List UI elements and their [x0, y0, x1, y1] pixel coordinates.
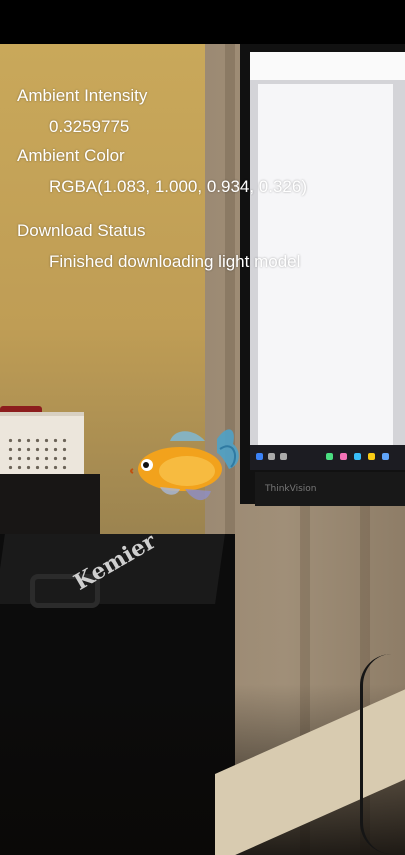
taskbar-icon — [280, 453, 287, 460]
fish-ar-model[interactable] — [125, 419, 245, 509]
taskbar-icon — [340, 453, 347, 460]
monitor-brand: ThinkVision — [265, 484, 317, 494]
taskbar-icon — [268, 453, 275, 460]
monitor-toolbar — [250, 52, 405, 80]
taskbar-icon — [256, 453, 263, 460]
status-bar — [0, 0, 405, 44]
monitor-document — [258, 84, 393, 446]
shelf-holes — [6, 436, 70, 476]
taskbar-icon — [382, 453, 389, 460]
taskbar-icon — [368, 453, 375, 460]
taskbar-icon — [354, 453, 361, 460]
cable — [360, 654, 405, 854]
ar-camera-view[interactable]: ThinkVision Kemier — [0, 44, 405, 855]
taskbar-icon — [326, 453, 333, 460]
